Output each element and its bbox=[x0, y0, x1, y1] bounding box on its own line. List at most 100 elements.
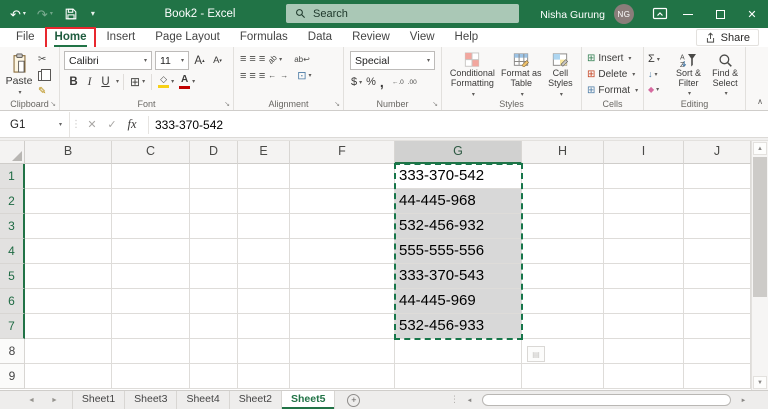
vertical-scrollbar[interactable]: ▲ ▼ bbox=[751, 141, 768, 390]
cell-J8[interactable] bbox=[684, 339, 751, 364]
fill-button[interactable]: ↓ ▾ bbox=[646, 67, 670, 81]
cell-J9[interactable] bbox=[684, 364, 751, 389]
cell-G3[interactable]: 532-456-932 bbox=[395, 214, 522, 239]
number-format-combo[interactable]: Special ▾ bbox=[350, 51, 435, 70]
column-header-G[interactable]: G bbox=[395, 141, 522, 164]
column-header-H[interactable]: H bbox=[522, 141, 604, 164]
cell-I4[interactable] bbox=[604, 239, 684, 264]
row-header-2[interactable]: 2 bbox=[0, 189, 25, 214]
maximize-button[interactable] bbox=[704, 0, 736, 28]
cell-E7[interactable] bbox=[238, 314, 290, 339]
cancel-button[interactable]: ✕ bbox=[82, 118, 102, 131]
underline-button[interactable]: U bbox=[98, 73, 113, 90]
sheet-tab-sheet3[interactable]: Sheet3 bbox=[125, 391, 178, 409]
minimize-button[interactable] bbox=[672, 0, 704, 28]
enter-button[interactable]: ✓ bbox=[102, 118, 122, 131]
cell-G5[interactable]: 333-370-543 bbox=[395, 264, 522, 289]
tab-home[interactable]: Home bbox=[44, 27, 97, 49]
cell-I6[interactable] bbox=[604, 289, 684, 314]
formula-input[interactable]: 333-370-542 bbox=[155, 118, 223, 132]
cell-E6[interactable] bbox=[238, 289, 290, 314]
cell-F9[interactable] bbox=[290, 364, 395, 389]
cell-D3[interactable] bbox=[190, 214, 238, 239]
cell-E5[interactable] bbox=[238, 264, 290, 289]
next-sheet-button[interactable]: ► bbox=[51, 397, 58, 404]
cell-E9[interactable] bbox=[238, 364, 290, 389]
cell-J2[interactable] bbox=[684, 189, 751, 214]
share-button[interactable]: Share bbox=[695, 29, 759, 46]
cell-B3[interactable] bbox=[25, 214, 112, 239]
cell-B1[interactable] bbox=[25, 164, 112, 189]
cut-button[interactable]: ✂ bbox=[36, 52, 53, 67]
cell-G9[interactable] bbox=[395, 364, 522, 389]
column-header-C[interactable]: C bbox=[112, 141, 190, 164]
select-all-corner[interactable] bbox=[0, 141, 25, 164]
cell-C2[interactable] bbox=[112, 189, 190, 214]
cell-H4[interactable] bbox=[522, 239, 604, 264]
horizontal-scrollbar-splitter[interactable]: ⋮ bbox=[450, 394, 459, 405]
cell-C7[interactable] bbox=[112, 314, 190, 339]
decrease-decimal-button[interactable]: .00 bbox=[408, 79, 417, 86]
scroll-left-button[interactable]: ◄ bbox=[462, 394, 477, 407]
redo-button[interactable]: ↷ ▾ bbox=[37, 8, 53, 21]
scroll-down-button[interactable]: ▼ bbox=[753, 376, 767, 389]
sheet-tab-sheet1[interactable]: Sheet1 bbox=[71, 391, 126, 409]
sheet-tab-sheet4[interactable]: Sheet4 bbox=[177, 391, 230, 409]
column-header-B[interactable]: B bbox=[25, 141, 112, 164]
bold-button[interactable]: B bbox=[66, 73, 81, 90]
merge-center-button[interactable]: ⊡ ▾ bbox=[297, 69, 311, 82]
cell-G1[interactable]: 333-370-542 bbox=[395, 164, 522, 189]
font-color-button[interactable]: A ▾ bbox=[177, 73, 197, 90]
cell-H6[interactable] bbox=[522, 289, 604, 314]
increase-indent-button[interactable]: → bbox=[280, 71, 288, 80]
new-sheet-button[interactable]: + bbox=[347, 393, 361, 407]
delete-cells-button[interactable]: ⊞ Delete ▾ bbox=[584, 66, 641, 82]
cell-D9[interactable] bbox=[190, 364, 238, 389]
cell-J3[interactable] bbox=[684, 214, 751, 239]
cell-F1[interactable] bbox=[290, 164, 395, 189]
cell-G6[interactable]: 44-445-969 bbox=[395, 289, 522, 314]
cell-G8[interactable] bbox=[395, 339, 522, 364]
cell-J4[interactable] bbox=[684, 239, 751, 264]
decrease-font-size-button[interactable]: A ▾ bbox=[210, 52, 225, 69]
insert-cells-button[interactable]: ⊞ Insert ▾ bbox=[584, 50, 641, 66]
ribbon-display-options-button[interactable] bbox=[652, 6, 668, 22]
cell-C3[interactable] bbox=[112, 214, 190, 239]
horizontal-scrollbar-thumb[interactable] bbox=[482, 394, 731, 406]
cell-J1[interactable] bbox=[684, 164, 751, 189]
tab-page-layout[interactable]: Page Layout bbox=[145, 28, 230, 47]
undo-button[interactable]: ↶ ▾ bbox=[10, 8, 26, 21]
cell-F8[interactable] bbox=[290, 339, 395, 364]
tab-view[interactable]: View bbox=[400, 28, 445, 47]
tab-data[interactable]: Data bbox=[298, 28, 342, 47]
column-header-F[interactable]: F bbox=[290, 141, 395, 164]
column-header-I[interactable]: I bbox=[604, 141, 684, 164]
search-input[interactable]: Search bbox=[286, 4, 519, 23]
borders-button[interactable]: ⊞ ▾ bbox=[128, 73, 147, 90]
cell-E8[interactable] bbox=[238, 339, 290, 364]
cell-H5[interactable] bbox=[522, 264, 604, 289]
cell-I1[interactable] bbox=[604, 164, 684, 189]
currency-format-button[interactable]: $ ▾ bbox=[351, 76, 362, 88]
cell-C4[interactable] bbox=[112, 239, 190, 264]
italic-button[interactable]: I bbox=[82, 73, 97, 90]
tab-help[interactable]: Help bbox=[445, 28, 489, 47]
cell-I9[interactable] bbox=[604, 364, 684, 389]
cell-G2[interactable]: 44-445-968 bbox=[395, 189, 522, 214]
paste-options-button[interactable]: ▤ bbox=[527, 346, 545, 362]
font-name-combo[interactable]: Calibri ▾ bbox=[64, 51, 152, 70]
font-dialog-launcher[interactable]: ↘ bbox=[224, 100, 230, 108]
cell-E2[interactable] bbox=[238, 189, 290, 214]
bottom-align-button[interactable]: ≡ bbox=[259, 53, 266, 65]
alignment-dialog-launcher[interactable]: ↘ bbox=[334, 100, 340, 108]
sheet-tab-sheet2[interactable]: Sheet2 bbox=[230, 391, 282, 409]
scroll-up-button[interactable]: ▲ bbox=[753, 142, 767, 155]
cell-E1[interactable] bbox=[238, 164, 290, 189]
cell-B4[interactable] bbox=[25, 239, 112, 264]
orientation-button[interactable]: ab ▾ bbox=[266, 53, 282, 66]
row-header-8[interactable]: 8 bbox=[0, 339, 25, 364]
cell-D4[interactable] bbox=[190, 239, 238, 264]
cell-B7[interactable] bbox=[25, 314, 112, 339]
close-button[interactable]: ✕ bbox=[736, 0, 768, 28]
paste-button[interactable]: Paste ▾ bbox=[2, 51, 36, 99]
